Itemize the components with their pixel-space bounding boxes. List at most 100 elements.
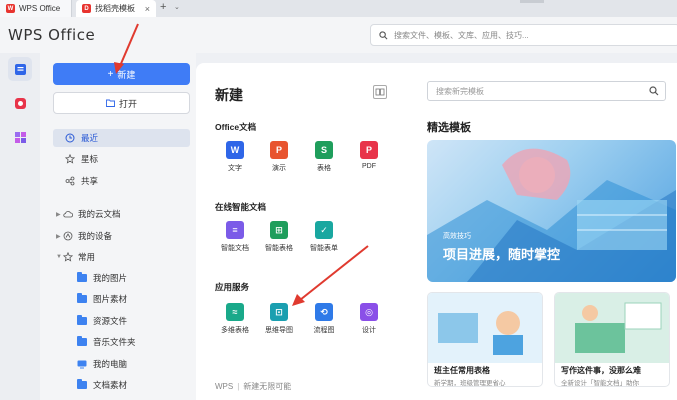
share-icon — [65, 176, 75, 186]
folder-icon — [77, 336, 87, 346]
mindmap-icon: ⊡ — [270, 303, 288, 321]
common-item[interactable]: 文档素材 — [77, 376, 127, 394]
folder-icon — [77, 315, 87, 325]
home-icon[interactable] — [8, 57, 32, 81]
layout-toggle-icon[interactable] — [373, 85, 387, 99]
docer-rail-icon[interactable] — [8, 91, 32, 115]
multidim-table-icon: ≈ — [226, 303, 244, 321]
template-thumbnail — [428, 293, 542, 363]
cloud-icon — [63, 211, 73, 218]
template-card-title: 班主任常用表格 — [434, 366, 490, 375]
smart-sheet-icon: ⊞ — [270, 221, 288, 239]
section-title-office: Office文档 — [215, 122, 257, 132]
template-search-placeholder: 搜索新完模板 — [436, 86, 484, 96]
left-rail — [0, 53, 40, 400]
spreadsheet-icon: S — [315, 141, 333, 159]
template-card-title: 写作这件事，没那么难 — [561, 366, 641, 375]
new-multidim-table-button[interactable]: ≈ 多维表格 — [218, 303, 252, 335]
template-search-input[interactable]: 搜索新完模板 — [427, 81, 666, 101]
folder-open-icon — [106, 99, 115, 107]
new-smart-form-button[interactable]: ✓ 智能表单 — [307, 221, 341, 253]
new-button[interactable]: + 新建 — [53, 63, 190, 85]
nav-label: 共享 — [81, 176, 99, 186]
common-item-label: 图片素材 — [93, 294, 128, 304]
star-icon — [63, 252, 73, 262]
tree-label: 常用 — [78, 252, 96, 262]
nav-starred[interactable]: 星标 — [53, 150, 190, 168]
tree-my-cloud[interactable]: ▶ 我的云文档 — [53, 205, 190, 223]
design-icon: ◎ — [360, 303, 378, 321]
star-icon — [65, 154, 75, 164]
apps-rail-icon[interactable] — [8, 125, 32, 149]
app-label: 流程图 — [313, 327, 335, 334]
chevron-right-icon[interactable]: ▶ — [53, 211, 63, 218]
template-card[interactable]: 班主任常用表格 新学期，班级管理更省心 — [427, 292, 543, 387]
window-control[interactable] — [520, 0, 544, 3]
common-item-label: 音乐文件夹 — [93, 337, 136, 347]
app-logo: WPS Office — [8, 26, 96, 44]
common-item[interactable]: 图片素材 — [77, 290, 127, 308]
new-smart-doc-button[interactable]: ≡ 智能文档 — [218, 221, 252, 253]
template-thumbnail — [555, 293, 669, 363]
open-button-label: 打开 — [118, 98, 137, 109]
featured-template-banner[interactable]: 高效技巧 项目进展，随时掌控 — [427, 140, 676, 282]
smart-doc-icon: ≡ — [226, 221, 244, 239]
folder-icon — [77, 379, 87, 389]
nav-shared[interactable]: 共享 — [53, 172, 190, 190]
footer-text: 新建无限可能 — [243, 382, 292, 391]
new-presentation-button[interactable]: P 演示 — [262, 141, 296, 173]
chevron-down-icon[interactable]: ▼ — [53, 254, 63, 260]
section-title-services: 应用服务 — [215, 282, 250, 292]
common-item-label: 我的电脑 — [93, 359, 128, 369]
tab-label: 找稻壳模板 — [95, 4, 135, 13]
template-card-subtitle: 新学期，班级管理更省心 — [434, 380, 506, 387]
new-button-label: 新建 — [117, 69, 136, 80]
chevron-right-icon[interactable]: ▶ — [53, 233, 63, 240]
tab-docer-templates[interactable]: D 找稻壳模板 × — [76, 0, 156, 17]
new-writer-button[interactable]: W 文字 — [218, 141, 252, 173]
template-card[interactable]: 写作这件事，没那么难 全新设计「智能文档」助你 — [554, 292, 670, 387]
open-button[interactable]: 打开 — [53, 92, 190, 114]
common-item[interactable]: 我的电脑 — [77, 355, 127, 373]
app-label: 智能表格 — [265, 245, 293, 252]
tree-label: 我的云文档 — [78, 209, 121, 219]
nav-label: 最近 — [81, 133, 99, 143]
common-item[interactable]: 我的图片 — [77, 269, 127, 287]
chevron-down-icon[interactable]: ⌄ — [174, 3, 180, 11]
new-smart-sheet-button[interactable]: ⊞ 智能表格 — [262, 221, 296, 253]
new-pdf-button[interactable]: P PDF — [352, 141, 386, 170]
close-icon[interactable]: × — [145, 4, 150, 14]
main-footer: WPS | 新建无限可能 — [215, 382, 292, 391]
search-icon — [379, 30, 388, 39]
common-item[interactable]: 资源文件 — [77, 312, 127, 330]
new-spreadsheet-button[interactable]: S 表格 — [307, 141, 341, 173]
featured-templates-title: 精选模板 — [427, 122, 471, 134]
tab-label: WPS Office — [19, 4, 61, 13]
smart-form-icon: ✓ — [315, 221, 333, 239]
folder-icon — [77, 272, 87, 282]
new-design-button[interactable]: ◎ 设计 — [352, 303, 386, 335]
app-label: 表格 — [317, 165, 331, 172]
folder-icon — [77, 293, 87, 303]
common-item-label: 资源文件 — [93, 316, 128, 326]
app-label: 思维导图 — [265, 327, 293, 334]
new-tab-button[interactable]: + — [160, 1, 166, 13]
sidebar: + 新建 打开 最近 星标 共享 ▶ 我的云文档 ▶ 我的设备 ▼ 常用 我的图… — [40, 53, 196, 400]
global-search-input[interactable]: 搜索文件、模板、文库、应用、技巧... — [370, 24, 677, 46]
tab-wps-office[interactable]: W WPS Office — [0, 0, 72, 17]
new-flowchart-button[interactable]: ⟲ 流程图 — [307, 303, 341, 335]
nav-recent[interactable]: 最近 — [53, 129, 190, 147]
search-icon[interactable] — [649, 86, 659, 96]
device-icon — [63, 231, 73, 241]
footer-brand: WPS — [215, 382, 234, 391]
section-title-smart: 在线智能文档 — [215, 202, 267, 212]
common-item[interactable]: 音乐文件夹 — [77, 333, 136, 351]
app-label: 演示 — [272, 165, 286, 172]
banner-tag: 高效技巧 — [443, 233, 471, 240]
computer-icon — [77, 360, 87, 368]
tree-common[interactable]: ▼ 常用 — [53, 248, 190, 266]
tree-my-devices[interactable]: ▶ 我的设备 — [53, 227, 190, 245]
clock-icon — [65, 133, 75, 143]
new-mindmap-button[interactable]: ⊡ 思维导图 — [262, 303, 296, 335]
writer-icon: W — [226, 141, 244, 159]
